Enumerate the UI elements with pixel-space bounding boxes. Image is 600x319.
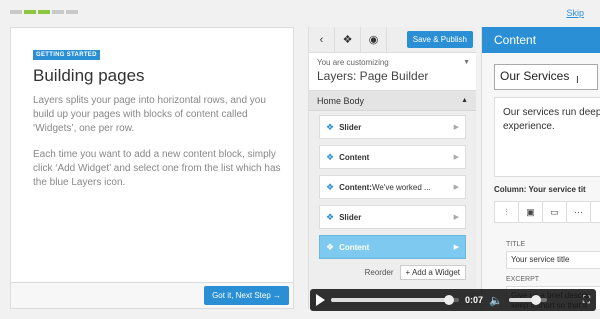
content-panel-header: Content xyxy=(482,27,600,53)
widget-name: Slider xyxy=(339,122,362,132)
widget-name: Content: xyxy=(339,182,372,192)
widget-item-active[interactable]: ❖ Content ▶ xyxy=(319,235,466,259)
tour-progress xyxy=(10,10,78,14)
widget-name: Slider xyxy=(339,212,362,222)
video-icon[interactable]: ▭ xyxy=(543,202,567,222)
field-title-label: TITLE xyxy=(506,241,526,248)
tour-paragraph-1: Layers splits your page into horizontal … xyxy=(33,95,266,134)
progress-step xyxy=(66,10,78,14)
layers-widget-icon: ❖ xyxy=(326,121,335,132)
progress-step xyxy=(38,10,50,14)
widget-item[interactable]: ❖ Content ▶ xyxy=(319,145,466,169)
tour-paragraph-2: Each time you want to add a new content … xyxy=(33,149,281,188)
add-widget-button[interactable]: + Add a Widget xyxy=(399,265,466,280)
image-icon[interactable]: ▣ xyxy=(519,202,543,222)
reorder-link[interactable]: Reorder xyxy=(365,268,394,277)
seek-fill xyxy=(331,298,449,302)
layers-widget-icon: ❖ xyxy=(326,181,335,192)
back-icon[interactable]: ‹ xyxy=(309,26,335,53)
customizer-title: Layers: Page Builder xyxy=(317,69,429,83)
field-title-input[interactable]: Your service title xyxy=(506,251,600,269)
widget-list: ❖ Slider ▶ ❖ Content ▶ ❖ Content: We've … xyxy=(309,111,476,259)
widget-item[interactable]: ❖ Slider ▶ xyxy=(319,115,466,139)
save-publish-button[interactable]: Save & Publish xyxy=(406,31,473,48)
widget-extra: We've worked ... xyxy=(371,182,431,192)
content-title-input[interactable]: Our Services xyxy=(494,64,598,90)
customizer-header: You are customizing Layers: Page Builder… xyxy=(309,53,476,91)
progress-step xyxy=(52,10,64,14)
layers-icon[interactable]: ❖ xyxy=(335,26,361,53)
arrow-right-icon: ▶ xyxy=(453,154,459,161)
volume-handle[interactable] xyxy=(531,295,542,305)
volume-bar[interactable] xyxy=(508,295,547,305)
arrow-right-icon: ▶ xyxy=(453,244,459,251)
tour-footer: Got it, Next Step → xyxy=(10,283,294,309)
layers-widget-icon: ❖ xyxy=(326,241,335,252)
skip-link[interactable]: Skip xyxy=(566,8,584,18)
seek-bar[interactable] xyxy=(331,295,459,305)
layers-widget-icon: ❖ xyxy=(326,151,335,162)
customizer-sidebar: ‹ ❖ ◉ Save & Publish You are customizing… xyxy=(308,26,476,309)
progress-step xyxy=(10,10,22,14)
column-label: Column: Your service tit xyxy=(494,185,586,194)
caret-down-icon[interactable]: ▼ xyxy=(463,59,470,66)
tour-card: GETTING STARTED Building pages Layers sp… xyxy=(10,27,294,283)
video-player: 0:07 🔈 ⛶ xyxy=(310,289,596,311)
customizer-toolbar: ‹ ❖ ◉ Save & Publish xyxy=(309,26,476,53)
play-icon[interactable] xyxy=(316,294,325,306)
widget-actions: Reorder + Add a Widget xyxy=(309,265,476,280)
volume-icon[interactable]: 🔈 xyxy=(489,294,503,307)
content-panel: Content Our Services I Our services run … xyxy=(481,27,600,309)
arrow-right-icon: ▶ xyxy=(453,124,459,131)
section-home-body[interactable]: Home Body ▲ xyxy=(309,91,476,111)
description-text: Our services run deep experience. xyxy=(503,107,600,132)
sliders-icon[interactable]: ⫶ xyxy=(495,202,519,222)
widget-item[interactable]: ❖ Slider ▶ xyxy=(319,205,466,229)
section-label: Home Body xyxy=(317,95,365,106)
tour-title: Building pages xyxy=(33,66,145,85)
eye-icon[interactable]: ◉ xyxy=(361,26,387,53)
seek-handle[interactable] xyxy=(443,295,454,305)
widget-name: Content xyxy=(339,152,370,162)
arrow-right-icon: ▶ xyxy=(453,214,459,221)
content-description[interactable]: Our services run deep experience. xyxy=(494,97,600,177)
widget-item[interactable]: ❖ Content: We've worked ... ▶ xyxy=(319,175,466,199)
arrow-right-icon: ▶ xyxy=(453,184,459,191)
field-excerpt-label: EXCERPT xyxy=(506,276,540,283)
getting-started-badge: GETTING STARTED xyxy=(33,50,100,60)
customizing-label: You are customizing xyxy=(317,58,389,67)
progress-step xyxy=(24,10,36,14)
widget-name: Content xyxy=(339,242,370,252)
caret-up-icon[interactable]: ▲ xyxy=(461,97,468,104)
next-step-button[interactable]: Got it, Next Step → xyxy=(204,286,289,305)
layers-widget-icon: ❖ xyxy=(326,211,335,222)
current-time: 0:07 xyxy=(465,295,484,305)
column-tabs: ⫶ ▣ ▭ ⋯ xyxy=(494,201,600,223)
text-cursor-icon: I xyxy=(576,75,579,86)
fullscreen-icon[interactable]: ⛶ xyxy=(583,295,590,306)
more-icon[interactable]: ⋯ xyxy=(567,202,591,222)
